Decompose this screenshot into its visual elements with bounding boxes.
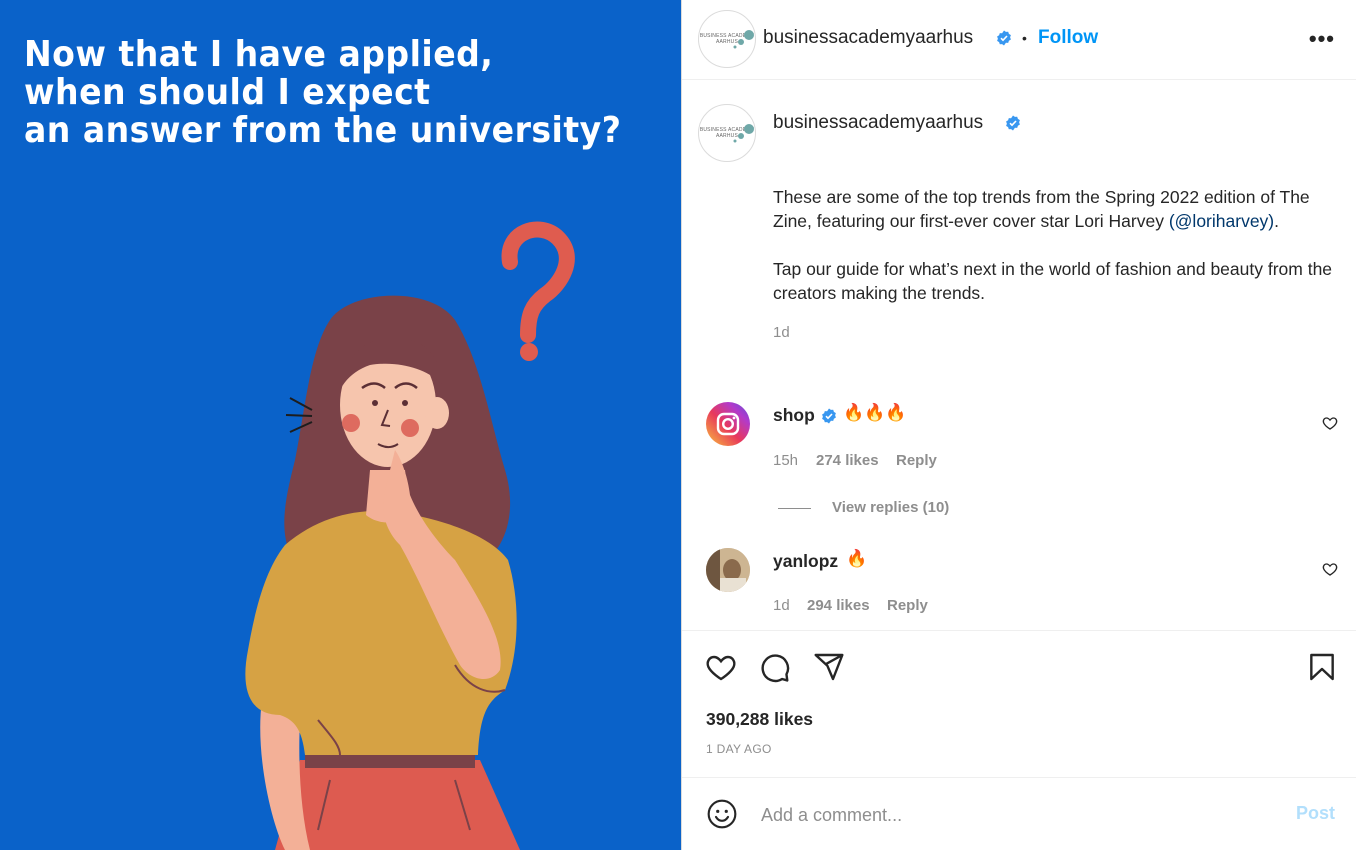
likes-count[interactable]: 390,288 likes	[706, 709, 813, 730]
heart-icon[interactable]	[1322, 415, 1338, 431]
verified-badge-icon	[822, 408, 836, 424]
question-mark-icon	[501, 221, 575, 343]
thinking-woman-illustration	[245, 221, 575, 850]
post-comment-button[interactable]: Post	[1296, 803, 1335, 824]
post-actions: 390,288 likes 1 DAY AGO	[682, 630, 1356, 778]
caption-author-avatar[interactable]: BUSINESS ACADEMY AARHUS	[698, 104, 756, 162]
comment-likes[interactable]: 274 likes	[816, 452, 879, 469]
comment-username[interactable]: shop	[773, 405, 815, 426]
caption-time: 1d	[773, 324, 790, 341]
shop-avatar[interactable]	[706, 402, 750, 446]
caption-paragraph: These are some of the top trends from th…	[773, 185, 1333, 233]
caption-paragraph: Tap our guide for what’s next in the wor…	[773, 259, 1333, 303]
bookmark-icon[interactable]	[1306, 651, 1338, 683]
post-header: BUSINESS ACADEMY AARHUS businessacademya…	[682, 0, 1356, 80]
heart-icon[interactable]	[705, 651, 737, 683]
more-options-icon[interactable]: •••	[1309, 26, 1335, 52]
post-caption: These are some of the top trends from th…	[773, 185, 1333, 345]
yanlopz-avatar[interactable]	[706, 548, 750, 592]
separator-dot: •	[1022, 30, 1027, 46]
author-avatar[interactable]: BUSINESS ACADEMY AARHUS	[698, 10, 756, 68]
comment-text: 🔥	[846, 549, 868, 568]
skirt	[275, 760, 520, 850]
caption-text-end: .	[1274, 211, 1280, 231]
question-mark-dot	[520, 343, 538, 361]
comment-time: 15h	[773, 452, 799, 469]
verified-badge-icon	[997, 30, 1011, 46]
author-username[interactable]: businessacademyaarhus	[763, 27, 973, 49]
add-comment-bar: Post	[682, 778, 1356, 850]
comment-time: 1d	[773, 597, 790, 614]
replies-divider	[778, 508, 811, 509]
view-replies-button[interactable]: View replies (10)	[832, 499, 949, 516]
logo-dots-icon	[733, 124, 754, 143]
logo-dots-icon	[733, 30, 754, 49]
user-photo-icon	[706, 548, 750, 592]
instagram-logo-icon	[716, 412, 740, 436]
comment-text: 🔥🔥🔥	[843, 403, 907, 422]
emoji-icon[interactable]	[706, 798, 738, 830]
post-time-ago: 1 DAY AGO	[706, 742, 772, 756]
reply-button[interactable]: Reply	[896, 452, 937, 469]
post-image[interactable]: Now that I have applied, when should I e…	[0, 0, 681, 850]
verified-badge-icon	[1006, 115, 1020, 131]
heart-icon[interactable]	[1322, 561, 1338, 577]
mention-link[interactable]: (@loriharvey)	[1169, 211, 1274, 231]
comment-icon[interactable]	[759, 651, 791, 683]
post-details-panel: BUSINESS ACADEMY AARHUS businessacademya…	[681, 0, 1356, 850]
caption-username[interactable]: businessacademyaarhus	[773, 112, 983, 134]
follow-button[interactable]: Follow	[1038, 27, 1098, 49]
share-icon[interactable]	[813, 651, 845, 683]
comment-input[interactable]	[759, 800, 1263, 830]
comment-likes[interactable]: 294 likes	[807, 597, 870, 614]
comment-username[interactable]: yanlopz	[773, 551, 838, 572]
reply-button[interactable]: Reply	[887, 597, 928, 614]
